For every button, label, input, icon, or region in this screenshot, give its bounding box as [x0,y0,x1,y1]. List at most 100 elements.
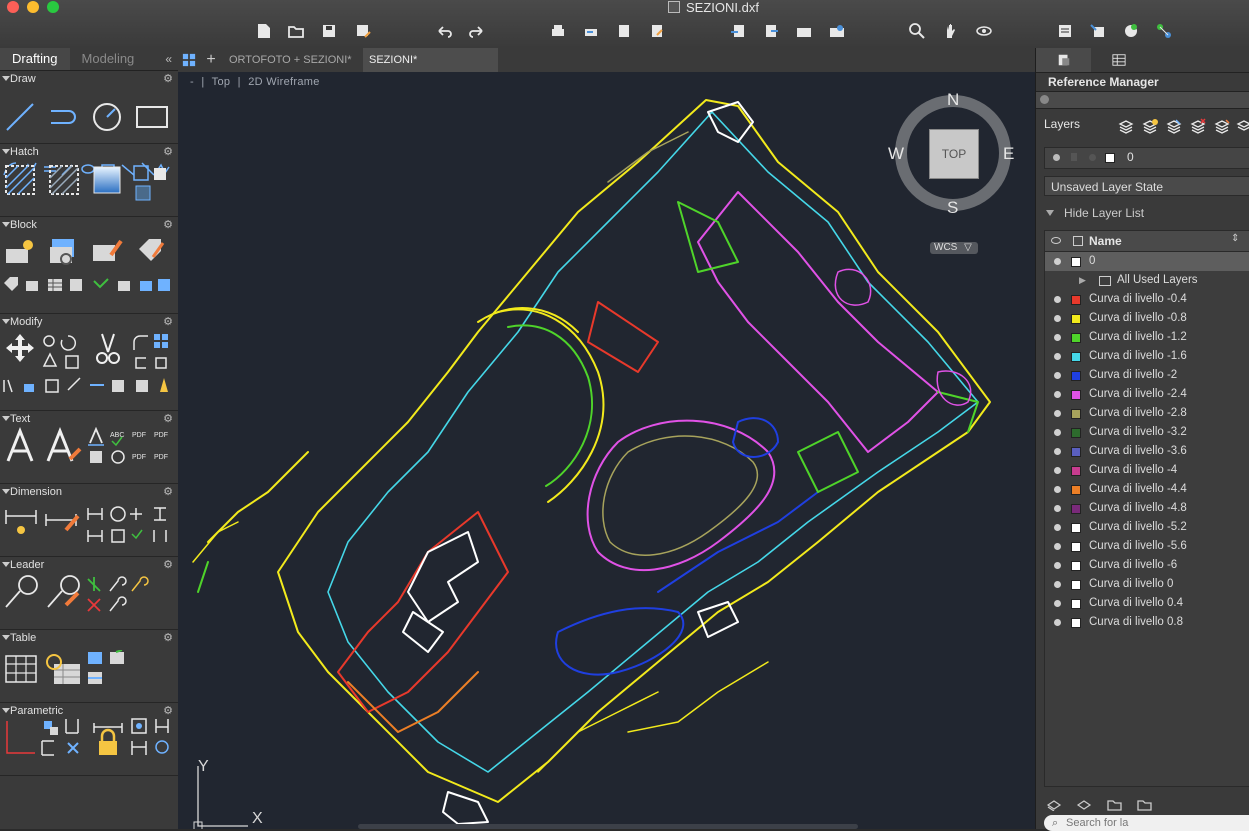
polyline-tool[interactable] [48,101,80,133]
section-header-hatch[interactable]: Hatch ⚙ [0,144,178,160]
layer-row[interactable]: Curva di livello -2.8 [1045,404,1249,423]
rectangle-tool[interactable] [135,101,169,133]
collapse-palette-button[interactable]: « [165,52,172,66]
visibility-icon[interactable] [1054,600,1061,607]
visibility-icon[interactable] [1054,353,1061,360]
visibility-icon[interactable] [1054,562,1061,569]
section-header-leader[interactable]: Leader ⚙ [0,557,178,573]
layer-color-swatch[interactable] [1071,314,1081,324]
layer-color-swatch[interactable] [1071,352,1081,362]
layer-color-swatch[interactable] [1071,485,1081,495]
tab-drafting[interactable]: Drafting [0,48,70,70]
gear-icon[interactable]: ⚙ [163,630,173,646]
sort-arrows-icon[interactable]: ⇕ [1231,233,1239,244]
layer-row[interactable]: Curva di livello -4.4 [1045,480,1249,499]
visibility-icon[interactable] [1054,429,1061,436]
layer-color-swatch[interactable] [1071,295,1081,305]
import-button[interactable] [727,20,749,42]
layer-states-button[interactable] [1153,20,1175,42]
layer-settings-icon[interactable] [1236,118,1249,134]
layer-color-swatch[interactable] [1071,599,1081,609]
compass-north[interactable]: N [947,90,959,110]
color-column-icon[interactable] [1073,236,1083,246]
layer-row[interactable]: Curva di livello -4.8 [1045,499,1249,518]
pan-button[interactable] [940,20,962,42]
layer-states-manager-icon[interactable] [1214,118,1230,134]
leader-small-tools[interactable] [86,575,152,615]
viewcube-top-face[interactable]: TOP [929,129,979,179]
edit-leader-tool[interactable] [44,573,82,611]
layer-group-row[interactable]: ▶ All Used Layers [1045,271,1249,290]
layer-color-swatch[interactable] [1071,580,1081,590]
boundary-tools[interactable] [132,164,172,204]
block-small-tools[interactable] [2,275,174,293]
compass-west[interactable]: W [888,144,904,164]
window-close-button[interactable] [7,1,19,13]
text-small-tools[interactable]: ABC PDF PDF PDF PDF [86,427,174,467]
tab-properties[interactable] [1091,48,1146,72]
edit-block-tool[interactable] [91,235,123,267]
line-tool[interactable] [4,101,36,133]
tab-modeling[interactable]: Modeling [70,48,147,70]
layer-color-swatch[interactable] [1071,390,1081,400]
layer-row[interactable]: Curva di livello -1.6 [1045,347,1249,366]
external-data-button[interactable] [826,20,848,42]
layer-row[interactable]: Curva di livello 0.4 [1045,594,1249,613]
visibility-icon[interactable] [1054,524,1061,531]
layer-row[interactable]: Curva di livello -2 [1045,366,1249,385]
layer-row[interactable]: 0 [1045,252,1249,271]
gear-icon[interactable]: ⚙ [163,217,173,233]
modify-small-tools[interactable] [2,376,174,394]
match-layer-button[interactable] [1087,20,1109,42]
plot-button[interactable] [547,20,569,42]
visibility-icon[interactable] [1054,296,1061,303]
extract-data-tool[interactable] [44,652,82,686]
new-layer-frozen-icon[interactable] [1142,118,1158,134]
layer-row[interactable]: Curva di livello -1.2 [1045,328,1249,347]
layer-row[interactable]: Curva di livello 0.8 [1045,613,1249,632]
gear-icon[interactable]: ⚙ [163,411,173,427]
batch-plot-button[interactable] [580,20,602,42]
geometric-constraint-tools[interactable] [40,717,84,757]
gear-icon[interactable]: ⚙ [163,144,173,160]
attribute-tool[interactable] [135,235,169,267]
multileader-tool[interactable] [2,573,40,611]
add-layer-button[interactable] [1120,20,1142,42]
layer-color-swatch[interactable] [1071,466,1081,476]
hide-layer-list-toggle[interactable]: Hide Layer List [1046,206,1144,220]
section-header-text[interactable]: Text ⚙ [0,411,178,427]
layer-footer-icons[interactable] [1044,795,1164,812]
section-header-dimension[interactable]: Dimension ⚙ [0,484,178,500]
copy-rotate-tools[interactable] [40,332,86,372]
visibility-icon[interactable] [1054,543,1061,550]
fillet-array-tools[interactable] [130,332,172,372]
visibility-icon[interactable] [1054,258,1061,265]
layer-color-swatch[interactable] [1071,447,1081,457]
section-header-draw[interactable]: Draw ⚙ [0,71,178,87]
visibility-icon[interactable] [1054,448,1061,455]
dimensional-constraint-tool[interactable] [90,717,126,757]
layer-color-swatch[interactable] [1071,504,1081,514]
horizontal-scrollbar[interactable] [358,824,858,829]
gradient-tool[interactable] [91,164,123,196]
expand-arrow-icon[interactable]: ▶ [1079,271,1086,290]
window-minimize-button[interactable] [27,1,39,13]
layer-row[interactable]: Curva di livello -3.2 [1045,423,1249,442]
layer-row[interactable]: Curva di livello -5.2 [1045,518,1249,537]
layer-state-dropdown[interactable]: Unsaved Layer State [1044,176,1249,196]
reference-manager-header[interactable]: Reference Manager [1036,73,1249,91]
new-tab-button[interactable]: + [204,48,218,72]
layer-color-swatch[interactable] [1071,257,1081,267]
layer-row[interactable]: Curva di livello -2.4 [1045,385,1249,404]
quick-dimension-tool[interactable] [44,504,82,536]
gear-icon[interactable]: ⚙ [163,71,173,87]
visibility-icon[interactable] [1054,372,1061,379]
new-file-button[interactable] [253,20,275,42]
lock-icon[interactable] [1071,153,1077,161]
new-layer-icon[interactable] [1118,118,1134,134]
hatch-boundary-tool[interactable] [48,164,80,196]
layer-row[interactable]: Curva di livello -3.6 [1045,442,1249,461]
attach-button[interactable] [760,20,782,42]
gear-icon[interactable]: ⚙ [163,557,173,573]
drawing-viewport[interactable]: - | Top | 2D Wireframe TOP N S E W WCS ▽… [178,72,1035,829]
